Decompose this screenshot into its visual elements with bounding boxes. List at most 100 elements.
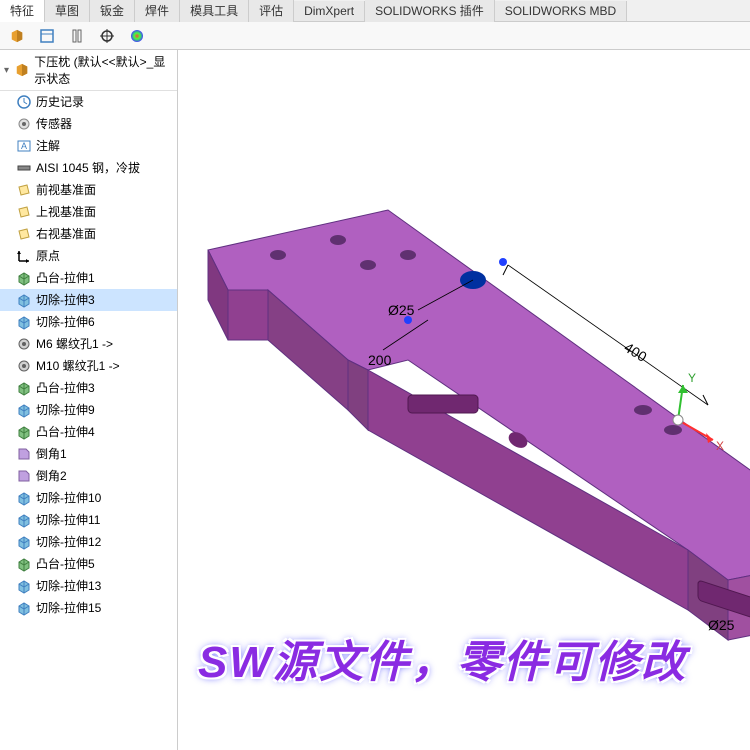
feature-tree-panel: ▾ 下压枕 (默认<<默认>_显示状态 历史记录传感器 A 注解 AISI 1045 … [0, 50, 178, 750]
model-viewport[interactable]: Ø25 200 400 Ø25 X Y [178, 50, 750, 750]
annotation-icon: A [16, 138, 32, 154]
tree-item-label: 切除-拉伸10 [36, 489, 101, 507]
svg-text:Ø25: Ø25 [388, 302, 415, 318]
extrude-icon [16, 380, 32, 396]
tree-item[interactable]: 凸台-拉伸1 [0, 267, 177, 289]
tree-item[interactable]: 凸台-拉伸3 [0, 377, 177, 399]
tree-item-label: 倒角2 [36, 467, 67, 485]
tree-root-label: 下压枕 (默认<<默认>_显示状态 [34, 53, 173, 87]
ribbon-tabs: 特征草图钣金焊件模具工具评估DimXpertSOLIDWORKS 插件SOLID… [0, 0, 750, 22]
origin-icon [16, 248, 32, 264]
tree-item[interactable]: 上视基准面 [0, 201, 177, 223]
tree-item-label: 右视基准面 [36, 225, 96, 243]
material-icon [16, 160, 32, 176]
svg-text:X: X [716, 439, 724, 453]
tree-item[interactable]: 倒角1 [0, 443, 177, 465]
tree-item-label: M10 螺纹孔1 -> [36, 357, 120, 375]
tree-item[interactable]: 原点 [0, 245, 177, 267]
cut-icon [16, 402, 32, 418]
plane-icon [16, 182, 32, 198]
hole-icon [16, 358, 32, 374]
ribbon-tab-8[interactable]: SOLIDWORKS MBD [495, 1, 627, 21]
tree-item-label: 历史记录 [36, 93, 84, 111]
chamfer-icon [16, 468, 32, 484]
tree-item-label: 凸台-拉伸5 [36, 555, 95, 573]
tree-item[interactable]: 右视基准面 [0, 223, 177, 245]
watermark-text: SW源文件，零件可修改 [198, 626, 687, 690]
history-icon [16, 94, 32, 110]
tree-item-label: 切除-拉伸15 [36, 599, 101, 617]
hole-icon [16, 336, 32, 352]
tree-item-label: 传感器 [36, 115, 72, 133]
tree-item-label: 切除-拉伸12 [36, 533, 101, 551]
tree-item[interactable]: 切除-拉伸13 [0, 575, 177, 597]
tree-item[interactable]: AISI 1045 钢，冷拔 [0, 157, 177, 179]
plane-icon [16, 226, 32, 242]
tree-item-label: 切除-拉伸6 [36, 313, 95, 331]
tree-item-label: 凸台-拉伸3 [36, 379, 95, 397]
extrude-icon [16, 424, 32, 440]
cut-icon [16, 512, 32, 528]
tree-item-label: 注解 [36, 137, 60, 155]
tree-item-label: 凸台-拉伸4 [36, 423, 95, 441]
tree-item-label: 倒角1 [36, 445, 67, 463]
ribbon-tab-5[interactable]: 评估 [249, 0, 294, 22]
tree-item[interactable]: 切除-拉伸12 [0, 531, 177, 553]
tool-part-icon[interactable] [4, 24, 30, 48]
tool-target-icon[interactable] [94, 24, 120, 48]
tree-item[interactable]: 倒角2 [0, 465, 177, 487]
tree-item-label: 上视基准面 [36, 203, 96, 221]
tree-root[interactable]: ▾ 下压枕 (默认<<默认>_显示状态 [0, 50, 177, 91]
tree-item[interactable]: 前视基准面 [0, 179, 177, 201]
tree-item[interactable]: 切除-拉伸10 [0, 487, 177, 509]
tree-item[interactable]: 传感器 [0, 113, 177, 135]
tree-item-label: M6 螺纹孔1 -> [36, 335, 113, 353]
tree-item[interactable]: 凸台-拉伸5 [0, 553, 177, 575]
sensor-icon [16, 116, 32, 132]
tree-item[interactable]: 切除-拉伸3 [0, 289, 177, 311]
ribbon-tab-7[interactable]: SOLIDWORKS 插件 [365, 0, 495, 22]
tree-item[interactable]: M6 螺纹孔1 -> [0, 333, 177, 355]
tree-item-label: 切除-拉伸9 [36, 401, 95, 419]
cut-icon [16, 600, 32, 616]
plane-icon [16, 204, 32, 220]
tree-item-label: 前视基准面 [36, 181, 96, 199]
tree-item[interactable]: 切除-拉伸11 [0, 509, 177, 531]
cut-icon [16, 578, 32, 594]
tool-display-icon[interactable] [64, 24, 90, 48]
tree-item[interactable]: A 注解 [0, 135, 177, 157]
expand-icon[interactable]: ▾ [4, 65, 12, 76]
extrude-icon [16, 556, 32, 572]
tool-config-icon[interactable] [34, 24, 60, 48]
ribbon-tab-6[interactable]: DimXpert [294, 1, 365, 21]
tree-item-label: 切除-拉伸13 [36, 577, 101, 595]
part-icon [14, 62, 30, 78]
svg-text:200: 200 [368, 352, 392, 368]
cut-icon [16, 534, 32, 550]
tree-item-label: 切除-拉伸11 [36, 511, 100, 529]
svg-text:A: A [21, 141, 27, 151]
tree-toolbar [0, 22, 750, 50]
tree-item-label: AISI 1045 钢，冷拔 [36, 159, 140, 177]
tree-item[interactable]: M10 螺纹孔1 -> [0, 355, 177, 377]
tree-item[interactable]: 凸台-拉伸4 [0, 421, 177, 443]
ribbon-tab-1[interactable]: 草图 [45, 0, 90, 22]
cut-icon [16, 490, 32, 506]
tree-item[interactable]: 切除-拉伸9 [0, 399, 177, 421]
ribbon-tab-4[interactable]: 模具工具 [180, 0, 249, 22]
tree-item-label: 原点 [36, 247, 60, 265]
tree-item-label: 凸台-拉伸1 [36, 269, 95, 287]
tool-appearance-icon[interactable] [124, 24, 150, 48]
extrude-icon [16, 270, 32, 286]
ribbon-tab-3[interactable]: 焊件 [135, 0, 180, 22]
tree-item-label: 切除-拉伸3 [36, 291, 95, 309]
tree-item[interactable]: 切除-拉伸6 [0, 311, 177, 333]
ribbon-tab-0[interactable]: 特征 [0, 0, 45, 22]
ribbon-tab-2[interactable]: 钣金 [90, 0, 135, 22]
tree-item[interactable]: 历史记录 [0, 91, 177, 113]
svg-text:Ø25: Ø25 [708, 617, 735, 633]
svg-text:Y: Y [688, 371, 696, 385]
cut-icon [16, 314, 32, 330]
chamfer-icon [16, 446, 32, 462]
tree-item[interactable]: 切除-拉伸15 [0, 597, 177, 619]
